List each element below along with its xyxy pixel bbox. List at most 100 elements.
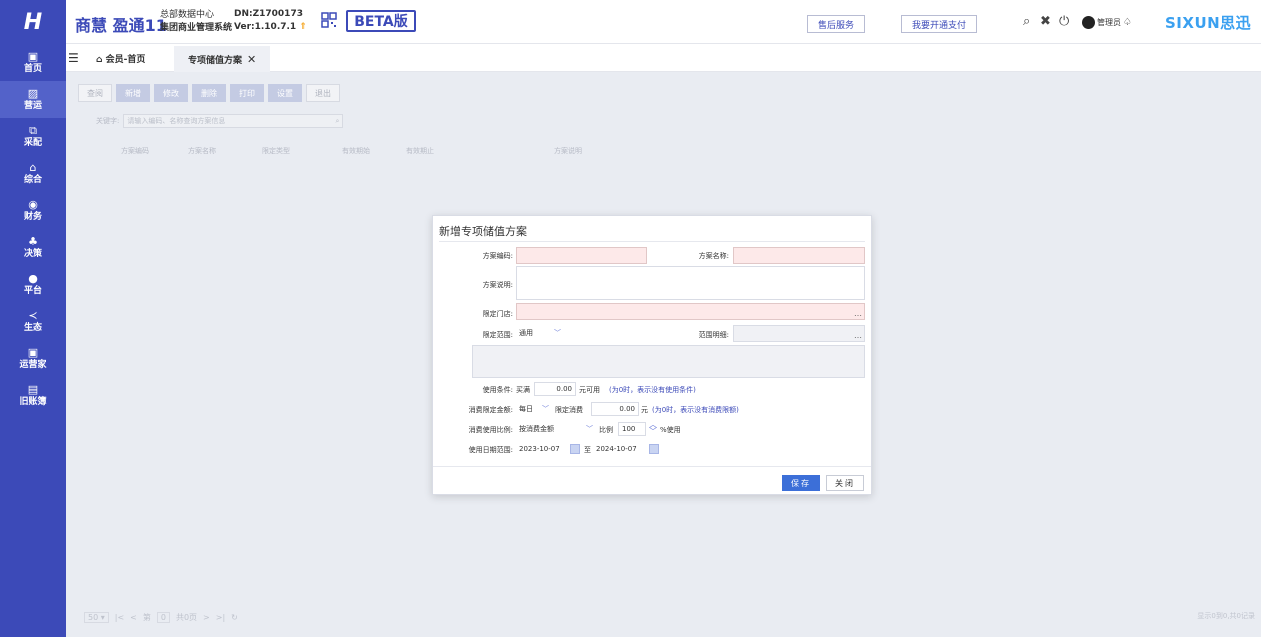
sixun-logo: SIXUN思迅 [1165,14,1252,32]
avatar [1082,16,1095,29]
col-start: 有效期始 [342,147,370,155]
date-to-input[interactable]: 2024-10-07 [593,442,645,456]
keyword-placeholder: 请输入编码、名称查询方案信息 [127,117,226,125]
print-button[interactable]: 打印 [230,84,264,102]
sidebar-item-9[interactable]: ▤ 旧账簿 [0,377,66,414]
page-size-select[interactable]: 50 ▾ [84,612,109,623]
search-icon[interactable]: ⌕ [1023,14,1030,29]
close-tab-icon[interactable]: ✕ [247,53,256,66]
ratio-mode-select[interactable]: 按消费金额 ﹀ [516,422,596,436]
qrcode-icon[interactable] [321,12,337,28]
last-page-icon[interactable]: >| [216,613,225,622]
scope-value: 通用 [519,329,533,337]
settings-button[interactable]: 设置 [268,84,302,102]
page-number-input[interactable]: 0 [156,612,170,623]
first-page-icon[interactable]: |< [115,613,124,622]
close-button[interactable]: 关闭 [826,475,864,491]
scope-picker-icon[interactable]: … [854,331,862,340]
sidebar-item-1[interactable]: ▨ 营运 [0,81,66,118]
calendar-icon[interactable] [649,444,659,454]
sidebar-item-label: 综合 [23,174,42,185]
exit-button[interactable]: 退出 [306,84,340,102]
sidebar-item-label: 决策 [23,248,42,259]
chevron-down-icon: ﹀ [542,405,549,413]
calendar-icon[interactable] [570,444,580,454]
col-end: 有效期止 [406,147,434,155]
keyword-label: 关键字: [96,117,120,125]
system-info: 总部数据中心 集团商业管理系统 [160,9,232,35]
code-label: 方案编码: [482,252,513,260]
fullscreen-icon[interactable]: ✖ [1040,14,1051,29]
ratio-label: 消费使用比例: [468,426,513,434]
keyword-input[interactable]: 请输入编码、名称查询方案信息 ⌕ [123,114,344,128]
code-input[interactable] [516,247,647,264]
store-picker-icon[interactable]: … [854,309,862,318]
dn-label: DN:Z1700173 [234,9,303,19]
finance-icon: ◉ [28,197,38,211]
sidebar-item-3[interactable]: ⌂ 综合 [0,155,66,192]
sidebar-item-6[interactable]: ● 平台 [0,266,66,303]
sidebar-item-8[interactable]: ▣ 运营家 [0,340,66,377]
sidebar-item-label: 财务 [23,211,42,222]
page-prefix: 第 [142,613,151,622]
sidebar-item-5[interactable]: ♣ 决策 [0,229,66,266]
purchase-icon: ⧉ [29,123,37,137]
scope-detail-input[interactable]: … [733,325,865,342]
ratio-suffix: %使用 [660,426,681,434]
sidebar-item-7[interactable]: ≺ 生态 [0,303,66,340]
scope-select[interactable]: 通用 ﹀ [516,326,564,340]
date-from-input[interactable]: 2023-10-07 [516,442,568,456]
view-button[interactable]: 查阅 [78,84,112,102]
sidebar-item-2[interactable]: ⧉ 采配 [0,118,66,155]
next-page-icon[interactable]: > [203,613,210,622]
chevron-down-icon: ﹀ [586,425,593,433]
add-button[interactable]: 新增 [116,84,150,102]
username: 管理员 [1097,18,1121,27]
ratio-stepper-icon[interactable]: ︿ ﹀ [649,421,657,436]
store-input[interactable]: … [516,303,865,320]
brand-name: 商慧 盈通11 [75,16,167,35]
search-icon[interactable]: ⌕ [335,117,339,126]
use-cond-label: 使用条件: [482,386,513,394]
col-name: 方案名称 [188,147,216,155]
tab-home[interactable]: ⌂ 会员-首页 [96,52,145,65]
refresh-icon[interactable]: ↻ [231,613,238,622]
limit-period-select[interactable]: 每日 ﹀ [516,402,552,416]
prev-page-icon[interactable]: < [130,613,137,622]
limit-text: 限定消费 [555,406,583,414]
menu-toggle-icon[interactable]: ☰ [68,51,79,65]
composite-icon: ⌂ [29,160,37,174]
limit-amount-input[interactable]: 0.00 [591,402,639,416]
home-icon: ▣ [27,49,39,63]
keyword-search: 关键字: 请输入编码、名称查询方案信息 ⌕ [96,114,344,128]
user-menu[interactable]: 管理员 ♤ [1082,16,1132,29]
name-label: 方案名称: [698,252,729,260]
tab-special-stored-value[interactable]: 专项储值方案 ✕ [174,46,271,72]
ratio-value-input[interactable]: 100 [618,422,646,436]
name-input[interactable] [733,247,865,264]
limit-suffix: 元 [641,406,648,414]
pager: 50 ▾ |< < 第 0 共0页 > >| ↻ [84,612,238,623]
sidebar-item-0[interactable]: ▣ 首页 [0,44,66,81]
store-label: 限定门店: [482,310,513,318]
delete-button[interactable]: 删除 [192,84,226,102]
after-sales-button[interactable]: 售后服务 [807,15,865,33]
upgrade-icon[interactable]: ⇑ [299,22,307,32]
edit-button[interactable]: 修改 [154,84,188,102]
desc-textarea[interactable] [516,266,865,300]
sidebar-item-4[interactable]: ◉ 财务 [0,192,66,229]
use-cond-amount-input[interactable]: 0.00 [534,382,576,396]
tab-home-label: 会员-首页 [105,55,146,65]
total-pages: 共0页 [175,613,198,622]
operations-icon: ▨ [27,86,39,100]
date-to-word: 至 [584,446,591,454]
scope-detail-area [472,345,865,378]
limit-hint: (为0时，表示没有消费限额) [652,406,739,414]
power-icon[interactable]: ⏻ [1059,14,1069,29]
scope-detail-label: 范围明细: [698,331,729,339]
save-button[interactable]: 保存 [782,475,820,491]
version-label: Ver:1.10.7.1 [234,22,297,32]
open-payment-button[interactable]: 我要开通支付 [901,15,977,33]
col-desc: 方案说明 [554,147,582,155]
bell-icon[interactable]: ♤ [1123,17,1132,28]
